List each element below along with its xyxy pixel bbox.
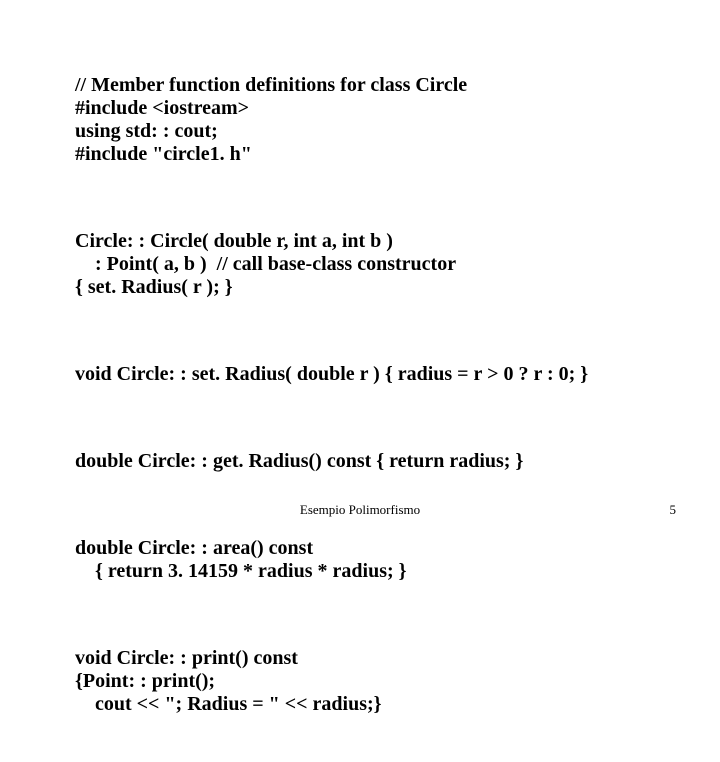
code-block-4: double Circle: : get. Radius() const { r…	[75, 450, 685, 473]
code-content: // Member function definitions for class…	[75, 28, 685, 762]
page-number: 5	[670, 502, 677, 518]
code-block-6: void Circle: : print() const {Point: : p…	[75, 647, 685, 716]
code-block-3: void Circle: : set. Radius( double r ) {…	[75, 363, 685, 386]
footer-title: Esempio Polimorfismo	[300, 502, 420, 518]
code-block-5: double Circle: : area() const { return 3…	[75, 537, 685, 583]
slide: // Member function definitions for class…	[0, 0, 720, 540]
code-block-1: // Member function definitions for class…	[75, 74, 685, 166]
code-block-2: Circle: : Circle( double r, int a, int b…	[75, 230, 685, 299]
